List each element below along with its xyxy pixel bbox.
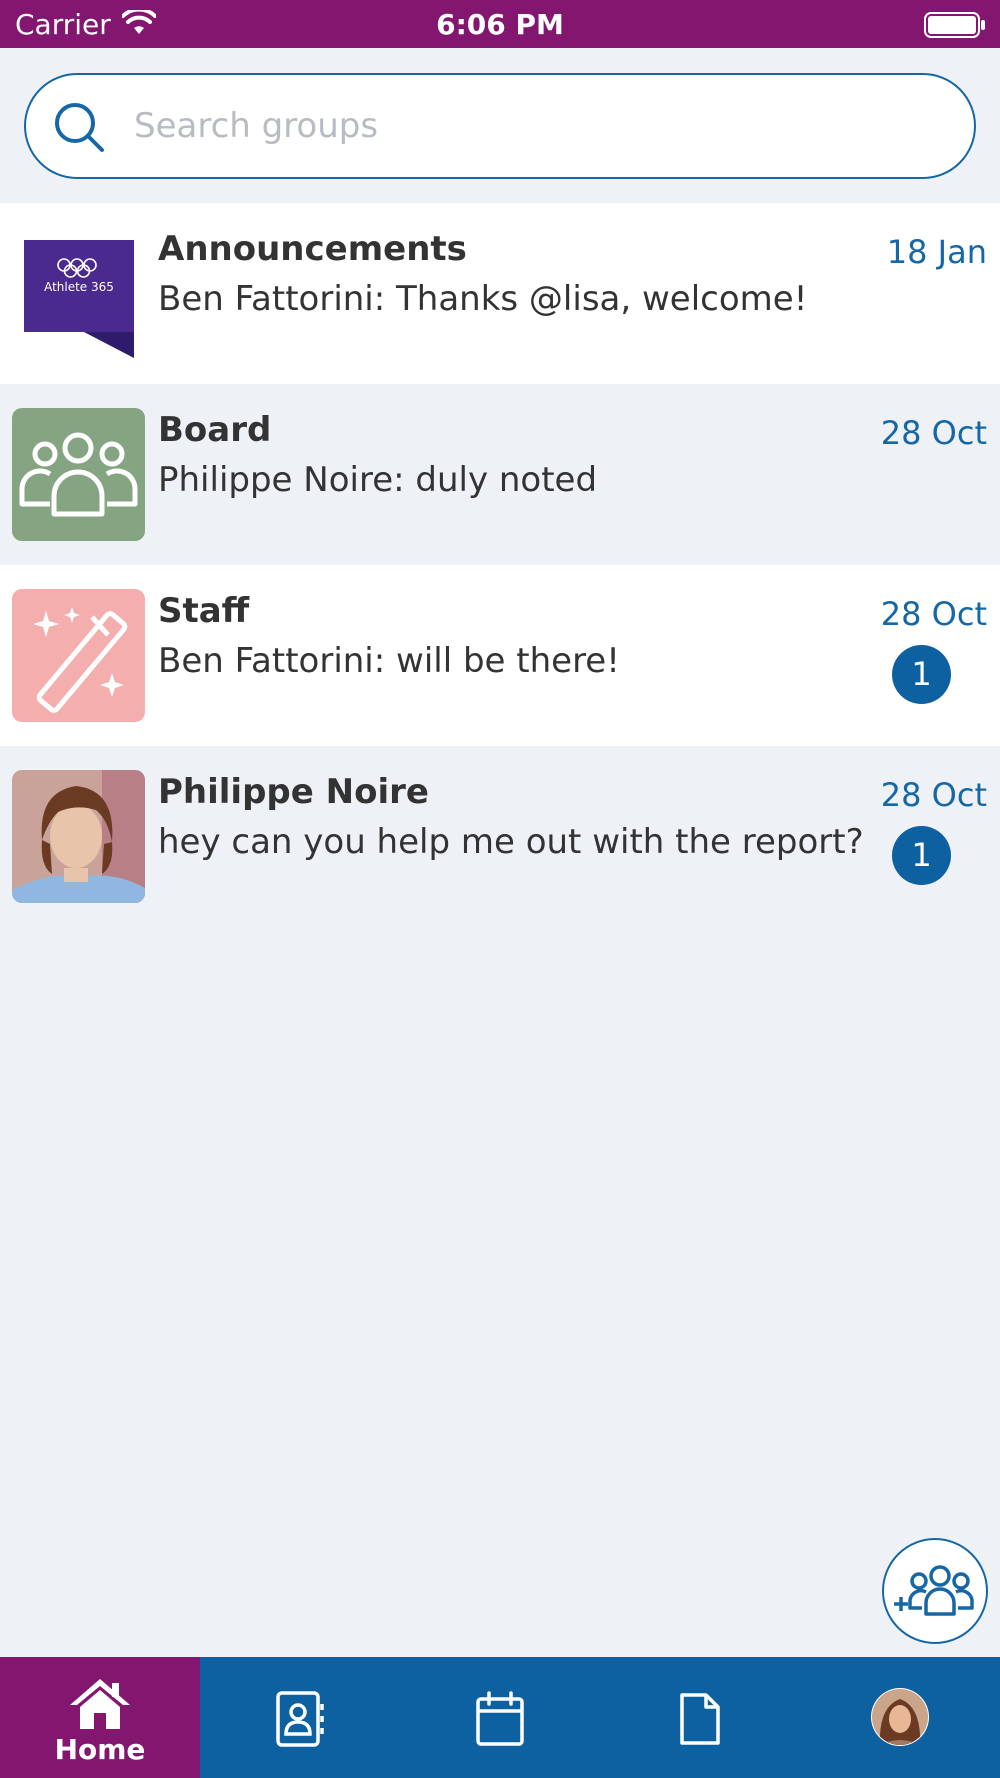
search-box[interactable] xyxy=(24,73,976,179)
search-icon xyxy=(55,103,104,152)
unread-badge: 1 xyxy=(892,645,951,704)
magic-wand-icon xyxy=(12,589,145,722)
home-icon xyxy=(70,1679,130,1729)
group-preview: Philippe Noire: duly noted xyxy=(158,460,598,500)
group-name: Staff xyxy=(158,591,250,631)
calendar-icon xyxy=(476,1691,524,1746)
people-group-icon xyxy=(12,408,145,541)
group-name: Philippe Noire xyxy=(158,772,429,812)
unread-badge: 1 xyxy=(892,826,951,885)
group-date: 28 Oct xyxy=(880,414,987,452)
bottom-nav: Home xyxy=(0,1657,1000,1778)
nav-contacts[interactable] xyxy=(200,1657,400,1778)
nav-home[interactable]: Home xyxy=(0,1657,200,1778)
group-name: Announcements xyxy=(158,229,467,269)
group-preview: hey can you help me out with the report? xyxy=(158,822,864,862)
nav-documents[interactable] xyxy=(600,1657,800,1778)
search-input[interactable] xyxy=(134,95,934,157)
athlete-365-logo: Athlete 365 xyxy=(24,240,134,358)
group-row-announcements[interactable]: Athlete 365 Announcements Ben Fattorini:… xyxy=(0,203,1000,384)
document-icon xyxy=(680,1693,720,1745)
group-date: 28 Oct xyxy=(880,776,987,814)
user-photo xyxy=(12,770,145,903)
group-date: 18 Jan xyxy=(886,233,987,271)
battery-icon xyxy=(924,12,985,38)
group-row-board[interactable]: Board Philippe Noire: duly noted 28 Oct xyxy=(0,384,1000,565)
profile-avatar xyxy=(871,1688,929,1746)
status-bar: Carrier 6:06 PM xyxy=(0,0,1000,48)
add-group-icon xyxy=(894,1565,974,1616)
group-date: 28 Oct xyxy=(880,595,987,633)
contacts-icon xyxy=(276,1691,324,1747)
nav-profile[interactable] xyxy=(800,1657,1000,1778)
group-row-philippe-noire[interactable]: Philippe Noire hey can you help me out w… xyxy=(0,746,1000,927)
nav-home-label: Home xyxy=(54,1733,146,1766)
search-area xyxy=(0,48,1000,203)
group-name: Board xyxy=(158,410,272,450)
create-group-button[interactable] xyxy=(882,1538,988,1644)
group-preview: Ben Fattorini: Thanks @lisa, welcome! xyxy=(158,279,808,319)
group-preview: Ben Fattorini: will be there! xyxy=(158,641,620,681)
clock: 6:06 PM xyxy=(436,8,564,41)
nav-calendar[interactable] xyxy=(400,1657,600,1778)
group-row-staff[interactable]: Staff Ben Fattorini: will be there! 28 O… xyxy=(0,565,1000,746)
logo-text: Athlete 365 xyxy=(44,280,114,294)
